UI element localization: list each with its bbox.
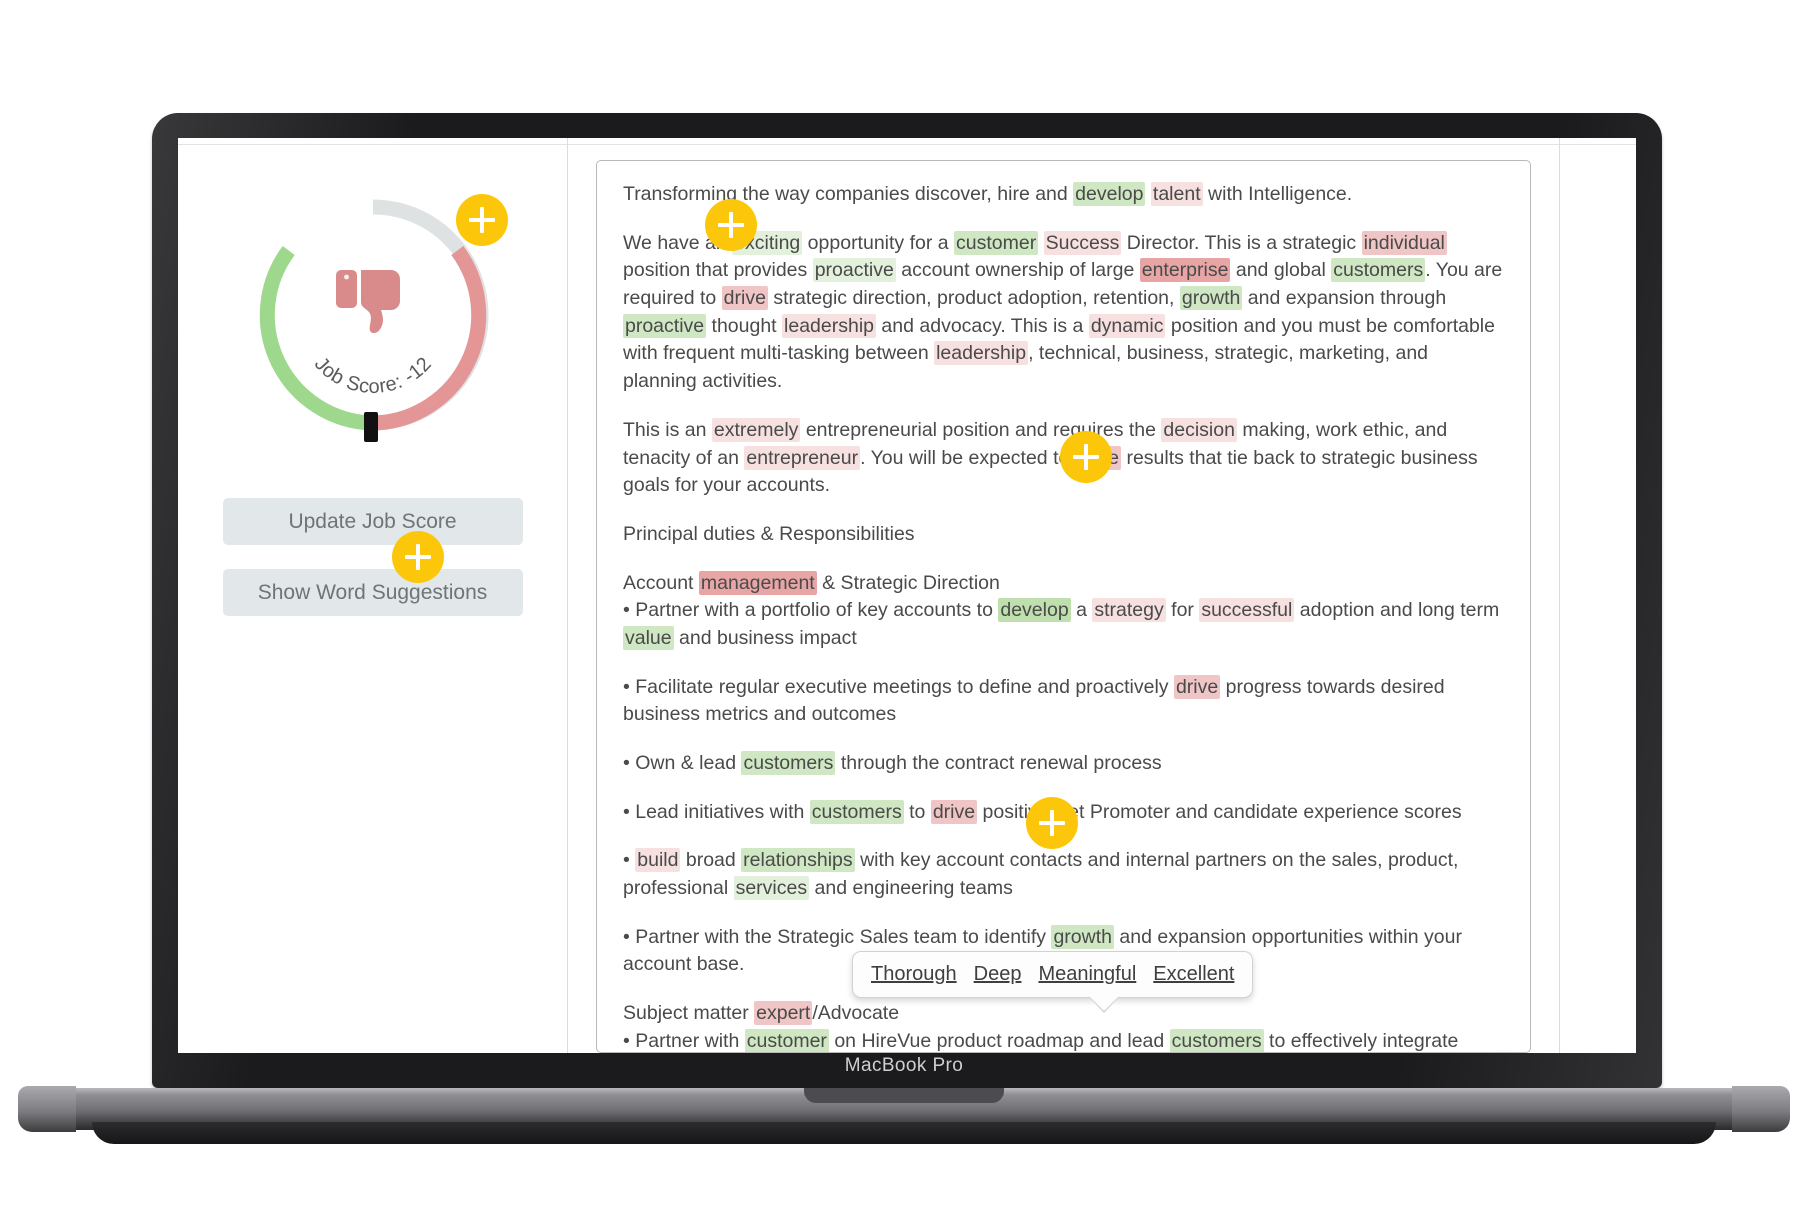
laptop-base-left-edge <box>18 1086 76 1132</box>
highlighted-word[interactable]: entrepreneur <box>744 445 861 470</box>
highlighted-word[interactable]: services <box>733 876 810 901</box>
suggestion-word-4[interactable]: Excellent <box>1153 963 1234 986</box>
screenshot-stage: Job Score: -12 Update Job Score Show Wor… <box>0 0 1808 1230</box>
hotspot-doc-top[interactable] <box>705 199 757 251</box>
job-description-text[interactable]: Transforming the way companies discover,… <box>623 181 1504 1052</box>
gauge-score-label: Job Score: -12 <box>309 353 435 398</box>
highlighted-word[interactable]: enterprise <box>1139 258 1231 283</box>
suggestion-word-3[interactable]: Meaningful <box>1038 963 1136 986</box>
paragraph: Principal duties & Responsibilities <box>623 522 915 545</box>
highlighted-word[interactable]: value <box>623 625 674 650</box>
highlighted-word[interactable]: customers <box>741 751 836 775</box>
highlighted-word[interactable]: individual <box>1361 230 1447 255</box>
highlighted-word[interactable]: customers <box>809 799 904 824</box>
highlighted-word[interactable]: successful <box>1199 598 1295 623</box>
highlighted-word[interactable]: customers <box>1331 258 1426 283</box>
hotspot-doc-mid[interactable] <box>1060 431 1112 483</box>
update-job-score-button[interactable]: Update Job Score <box>222 498 523 545</box>
highlighted-word[interactable]: extremely <box>711 417 801 442</box>
highlighted-word[interactable]: talent <box>1150 182 1203 206</box>
paragraph: • Facilitate regular executive meetings … <box>623 674 1445 726</box>
paragraph: • build broad relationships with key acc… <box>623 848 1459 901</box>
highlighted-word[interactable]: dynamic <box>1088 313 1166 338</box>
word-suggestions-tooltip[interactable]: Thorough Deep Meaningful Excellent <box>852 951 1254 1013</box>
show-word-suggestions-button[interactable]: Show Word Suggestions <box>222 569 523 616</box>
highlighted-word[interactable]: leadership <box>782 313 877 338</box>
right-gutter <box>1560 138 1636 1053</box>
highlighted-word[interactable]: drive <box>1173 674 1221 699</box>
highlighted-word[interactable]: proactive <box>623 313 707 338</box>
highlighted-word[interactable]: customers <box>1169 1028 1264 1052</box>
highlighted-word[interactable]: leadership <box>934 341 1029 366</box>
main-panel: Transforming the way companies discover,… <box>568 138 1560 1053</box>
highlighted-word[interactable]: management <box>698 570 817 595</box>
hotspot-sidebar-bottom[interactable] <box>392 531 444 583</box>
paragraph: Transforming the way companies discover,… <box>623 182 1353 206</box>
highlighted-word[interactable]: customer <box>744 1028 829 1052</box>
hotspot-suggestions[interactable] <box>1026 797 1078 849</box>
laptop-screen: Job Score: -12 Update Job Score Show Wor… <box>178 138 1636 1053</box>
laptop-foot <box>92 1122 1716 1144</box>
highlighted-word[interactable]: relationships <box>741 848 855 873</box>
app-window: Job Score: -12 Update Job Score Show Wor… <box>178 138 1636 1053</box>
paragraph: Account management & Strategic Direction… <box>623 570 1500 650</box>
highlighted-word[interactable]: proactive <box>812 258 896 283</box>
paragraph: • Own & lead customers through the contr… <box>623 751 1162 775</box>
paragraph: We have an exciting opportunity for a cu… <box>623 230 1503 393</box>
highlighted-word[interactable]: strategy <box>1092 598 1166 623</box>
sidebar: Job Score: -12 Update Job Score Show Wor… <box>178 138 568 1053</box>
suggestion-word-1[interactable]: Thorough <box>871 963 957 986</box>
highlighted-word[interactable]: decision <box>1161 417 1237 442</box>
suggestion-word-2[interactable]: Deep <box>974 963 1022 986</box>
highlighted-word[interactable]: drive <box>721 286 768 311</box>
gauge-indicator <box>363 412 378 442</box>
paragraph: Subject matter expert/Advocate • Partner … <box>623 1001 1459 1052</box>
highlighted-word[interactable]: drive <box>930 799 978 824</box>
highlighted-word[interactable]: develop <box>1073 182 1146 206</box>
highlighted-word[interactable]: Success <box>1043 230 1122 255</box>
highlighted-word[interactable]: growth <box>1179 286 1243 311</box>
job-description-editor[interactable]: Transforming the way companies discover,… <box>596 160 1531 1053</box>
highlighted-word[interactable]: customer <box>954 230 1039 255</box>
highlighted-word[interactable]: develop <box>998 598 1071 623</box>
device-label: MacBook Pro <box>844 1055 964 1076</box>
highlighted-word[interactable]: build <box>635 848 681 873</box>
highlighted-word[interactable]: expert <box>754 1001 813 1026</box>
hotspot-gauge[interactable] <box>456 194 508 246</box>
laptop-lid-notch <box>804 1088 1004 1103</box>
laptop-base-right-edge <box>1732 1086 1790 1132</box>
highlighted-word[interactable]: growth <box>1051 924 1114 949</box>
thumbs-down-icon <box>334 266 412 343</box>
